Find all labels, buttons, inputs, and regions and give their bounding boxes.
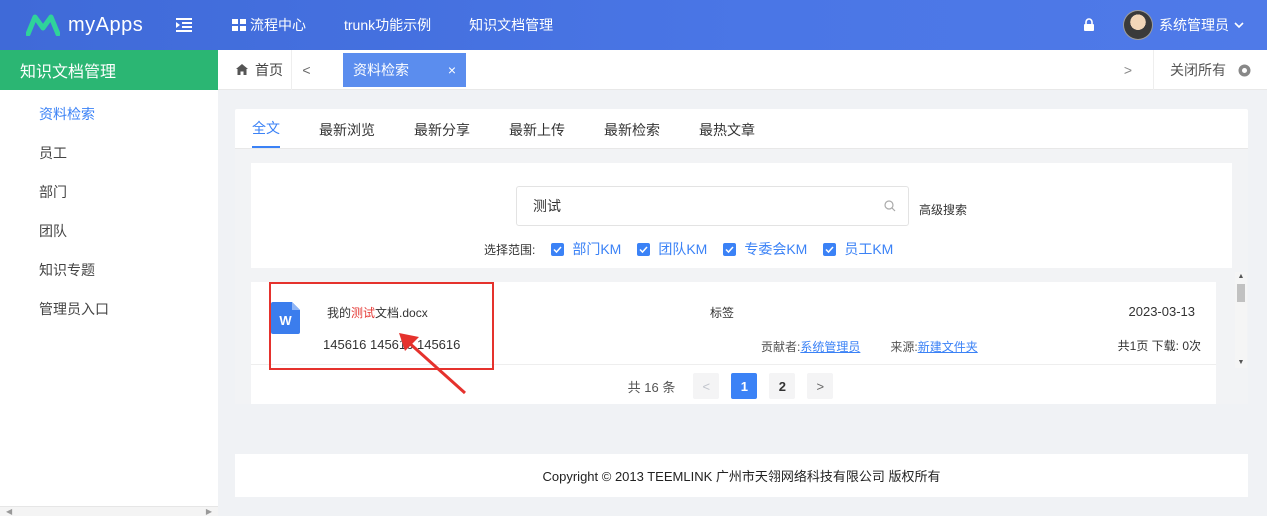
tab-hot-articles[interactable]: 最热文章 (699, 120, 755, 148)
sidebar-item-team[interactable]: 团队 (0, 211, 218, 250)
top-nav-label: 知识文档管理 (469, 17, 554, 33)
top-right: 系统管理员 (1083, 0, 1267, 50)
source-label: 来源: (890, 340, 918, 354)
sidebar-item-department[interactable]: 部门 (0, 172, 218, 211)
user-name[interactable]: 系统管理员 (1159, 15, 1229, 35)
checkbox-checked-icon (723, 242, 737, 256)
gear-icon (1238, 64, 1251, 76)
advanced-search-link[interactable]: 高级搜索 (919, 201, 967, 218)
pagination-page-2[interactable]: 2 (769, 373, 796, 399)
top-nav-knowledge[interactable]: 知识文档管理 (450, 0, 572, 50)
search-icon[interactable] (884, 200, 896, 212)
scope-employee-checkbox[interactable]: 员工KM (823, 239, 893, 259)
scope-team-checkbox[interactable]: 团队KM (637, 239, 707, 259)
tab-recent-shared[interactable]: 最新分享 (414, 120, 470, 148)
search-input[interactable]: 测试 (516, 186, 909, 226)
source-link[interactable]: 新建文件夹 (918, 338, 978, 355)
tab-recent-uploaded[interactable]: 最新上传 (509, 120, 565, 148)
lock-icon[interactable] (1083, 18, 1095, 32)
tab-scroll-next-button[interactable]: > (1117, 50, 1139, 90)
checkbox-checked-icon (637, 242, 651, 256)
pagination-prev-button[interactable]: < (693, 373, 720, 399)
sidebar-item-topic[interactable]: 知识专题 (0, 250, 218, 289)
sidebar-title: 知识文档管理 (0, 50, 218, 90)
sidebar-item-admin[interactable]: 管理员入口 (0, 289, 218, 328)
tab-search[interactable]: 资料检索 × (343, 52, 466, 87)
tab-fulltext[interactable]: 全文 (252, 118, 280, 148)
tab-recent-searched[interactable]: 最新检索 (604, 120, 660, 148)
tab-scroll-prev-button[interactable]: < (291, 49, 321, 90)
scope-label: 选择范围: (484, 242, 536, 257)
annotation-arrow-icon (399, 333, 467, 395)
close-icon[interactable]: × (448, 62, 456, 78)
scroll-left-icon[interactable]: ◀ (6, 507, 12, 516)
result-pages-info: 共1页 下载: 0次 (1117, 339, 1201, 353)
logo-mark-icon (26, 14, 60, 36)
top-nav-label: trunk功能示例 (344, 17, 432, 33)
contributor-label: 贡献者: (761, 340, 801, 354)
chevron-down-icon[interactable] (1233, 19, 1245, 31)
scroll-down-icon[interactable]: ▼ (1237, 359, 1245, 367)
sidebar: 知识文档管理 资料检索 员工 部门 团队 知识专题 管理员入口 ◀ ▶ (0, 50, 218, 516)
footer: Copyright © 2013 TEEMLINK 广州市天翎网络科技有限公司 … (235, 454, 1248, 497)
top-nav: 流程中心 trunk功能示例 知识文档管理 (218, 0, 572, 50)
scope-committee-checkbox[interactable]: 专委会KM (723, 239, 807, 259)
sidebar-horizontal-scrollbar[interactable]: ◀ ▶ (0, 506, 218, 516)
contributor-link[interactable]: 系统管理员 (800, 338, 860, 355)
app-name: myApps (68, 13, 144, 36)
result-tag: 标签 (710, 306, 735, 320)
result-date: 2023-03-13 (1128, 304, 1196, 319)
scope-label-text: 员工KM (844, 241, 894, 257)
result-meta: 贡献者: 系统管理员 来源: 新建文件夹 (761, 338, 978, 355)
tab-home-label: 首页 (255, 61, 283, 78)
scope-label-text: 团队KM (658, 241, 708, 257)
tab-bar: 首页 < 资料检索 × > 关闭所有 (218, 49, 1267, 90)
pagination-next-button[interactable]: > (807, 373, 834, 399)
top-nav-label: 流程中心 (250, 17, 306, 33)
results-vertical-scrollbar[interactable]: ▲ ▼ (1235, 272, 1247, 368)
pagination-page-1[interactable]: 1 (731, 373, 758, 399)
content-tabs: 全文 最新浏览 最新分享 最新上传 最新检索 最热文章 (235, 109, 1248, 149)
top-nav-trunk[interactable]: trunk功能示例 (325, 0, 450, 50)
tab-search-label: 资料检索 (353, 61, 409, 78)
close-all-button[interactable]: 关闭所有 (1153, 50, 1267, 90)
scope-row: 选择范围: 部门KM 团队KM 专委会KM 员工KM (484, 239, 893, 259)
tab-home[interactable]: 首页 (218, 50, 283, 90)
scope-department-checkbox[interactable]: 部门KM (551, 239, 621, 259)
scrollbar-thumb[interactable] (1237, 284, 1245, 302)
sidebar-item-search[interactable]: 资料检索 (0, 94, 218, 133)
sidebar-item-employee[interactable]: 员工 (0, 133, 218, 172)
tab-recent-viewed[interactable]: 最新浏览 (319, 120, 375, 148)
checkbox-checked-icon (823, 242, 837, 256)
checkbox-checked-icon (551, 242, 565, 256)
menu-toggle-icon[interactable] (176, 17, 192, 33)
top-nav-workflow[interactable]: 流程中心 (218, 0, 325, 50)
search-input-value[interactable]: 测试 (533, 196, 884, 216)
pagination-total: 共 16 条 (627, 379, 676, 395)
scope-label-text: 专委会KM (744, 241, 808, 257)
scroll-up-icon[interactable]: ▲ (1237, 273, 1245, 281)
scope-label-text: 部门KM (572, 241, 622, 257)
top-bar: myApps 流程中心 trunk功能示例 知识文档管理 系统管理员 (0, 0, 1267, 50)
avatar[interactable] (1123, 10, 1153, 40)
search-panel: 测试 高级搜索 选择范围: 部门KM 团队KM 专委会KM 员工KM (251, 163, 1232, 268)
grid-icon (232, 19, 246, 31)
close-all-label: 关闭所有 (1170, 62, 1226, 78)
scroll-right-icon[interactable]: ▶ (206, 507, 212, 516)
home-icon (236, 64, 248, 75)
